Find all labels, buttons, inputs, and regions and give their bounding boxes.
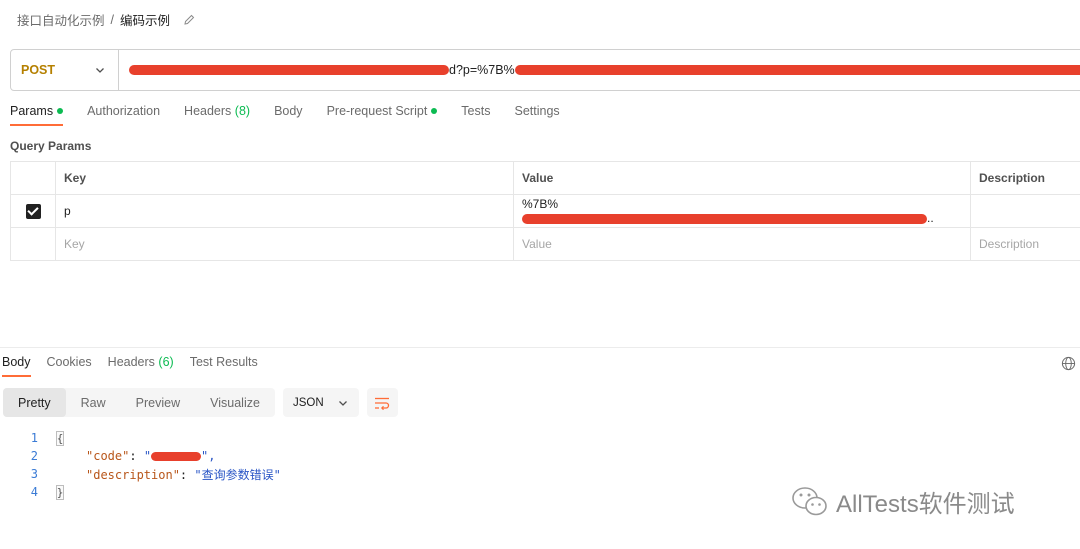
table-row: p %7B%.. — [10, 194, 1080, 228]
pane-divider[interactable] — [0, 347, 1080, 348]
row-checkbox-cell — [10, 194, 56, 228]
method-label: POST — [21, 63, 56, 77]
view-preview[interactable]: Preview — [121, 388, 195, 417]
method-select[interactable]: POST — [11, 50, 119, 90]
wrap-lines-icon — [375, 397, 390, 410]
tab-tests[interactable]: Tests — [461, 104, 490, 126]
param-value-ellipsis: .. — [927, 211, 934, 225]
tab-pre-request-script[interactable]: Pre-request Script — [327, 104, 438, 126]
tab-cookies[interactable]: Cookies — [47, 355, 92, 377]
fold-toggle[interactable]: { — [56, 430, 64, 446]
url-input[interactable]: d?p=%7B% — [119, 50, 1080, 90]
view-raw[interactable]: Raw — [66, 388, 121, 417]
status-dot — [57, 107, 64, 114]
status-dot — [431, 107, 438, 114]
breadcrumb-parent[interactable]: 接口自动化示例 — [17, 10, 105, 29]
tab-test-results[interactable]: Test Results — [190, 355, 258, 377]
new-description-input[interactable]: Description — [970, 227, 1080, 261]
format-select[interactable]: JSON — [282, 388, 359, 417]
query-params-title: Query Params — [10, 139, 92, 153]
chevron-down-icon — [96, 68, 104, 73]
param-value[interactable]: %7B%.. — [513, 194, 971, 228]
wechat-icon — [792, 486, 827, 515]
code-line: 1 { — [0, 429, 281, 447]
tab-response-body[interactable]: Body — [2, 355, 31, 377]
redaction-mark — [129, 65, 449, 75]
line-number: 3 — [30, 467, 38, 481]
breadcrumb-separator: / — [110, 12, 114, 27]
param-description[interactable] — [970, 194, 1080, 228]
line-number: 4 — [30, 485, 38, 499]
tab-authorization[interactable]: Authorization — [87, 104, 160, 126]
request-tabs: Params Authorization Headers (8) Body Pr… — [10, 104, 584, 126]
globe-icon[interactable] — [1061, 356, 1076, 371]
url-fragment: d?p=%7B% — [449, 63, 515, 77]
chevron-down-icon — [338, 400, 347, 406]
tab-settings[interactable]: Settings — [514, 104, 559, 126]
format-label: JSON — [292, 396, 324, 409]
code-line: 3 "description": "查询参数错误" — [0, 465, 281, 483]
param-value-prefix: %7B% — [522, 197, 559, 211]
json-value: "查询参数错误" — [194, 467, 281, 482]
view-mode-segmented: Pretty Raw Preview Visualize — [3, 388, 275, 417]
new-value-input[interactable]: Value — [513, 227, 971, 261]
wrap-lines-button[interactable] — [366, 388, 398, 417]
fold-toggle[interactable]: } — [56, 484, 64, 500]
breadcrumb: 接口自动化示例 / 编码示例 — [17, 10, 196, 29]
table-row-empty: Key Value Description — [10, 227, 1080, 261]
table-header-row: Key Value Description — [10, 161, 1080, 195]
response-tabs: Body Cookies Headers (6) Test Results — [2, 355, 274, 377]
edit-icon[interactable] — [182, 13, 196, 27]
line-number: 1 — [30, 431, 38, 445]
watermark: AllTests软件测试 — [790, 484, 1015, 519]
redaction-mark — [151, 452, 202, 461]
params-table: Key Value Description p %7B%.. Key Value… — [10, 161, 1080, 261]
param-checkbox[interactable] — [25, 203, 41, 219]
response-view-bar: Pretty Raw Preview Visualize JSON — [3, 388, 398, 417]
tab-body[interactable]: Body — [274, 104, 303, 126]
redaction-mark — [522, 213, 927, 224]
header-key: Key — [55, 161, 514, 195]
header-checkbox-cell — [10, 161, 56, 195]
code-line: 4 } — [0, 483, 281, 501]
view-visualize[interactable]: Visualize — [195, 388, 275, 417]
json-key: "code" — [86, 449, 130, 463]
breadcrumb-current: 编码示例 — [120, 14, 171, 28]
json-key: "description" — [86, 467, 180, 482]
new-key-input[interactable]: Key — [55, 227, 514, 261]
tab-headers[interactable]: Headers (8) — [184, 104, 250, 126]
param-key[interactable]: p — [55, 194, 514, 228]
redaction-mark — [514, 65, 1080, 75]
watermark-text: AllTests软件测试 — [836, 491, 1015, 518]
response-body-code[interactable]: 1 { 2 "code": " ", 3 "description": "查询参数… — [0, 429, 281, 501]
request-url-bar: POST d?p=%7B% — [10, 49, 1080, 91]
view-pretty[interactable]: Pretty — [3, 388, 66, 417]
header-value: Value — [513, 161, 971, 195]
header-description: Description — [970, 161, 1080, 195]
code-line: 2 "code": " ", — [0, 447, 281, 465]
tab-response-headers[interactable]: Headers (6) — [108, 355, 174, 377]
empty-checkbox-cell — [10, 227, 56, 261]
tab-params[interactable]: Params — [10, 104, 64, 126]
line-number: 2 — [30, 449, 38, 463]
